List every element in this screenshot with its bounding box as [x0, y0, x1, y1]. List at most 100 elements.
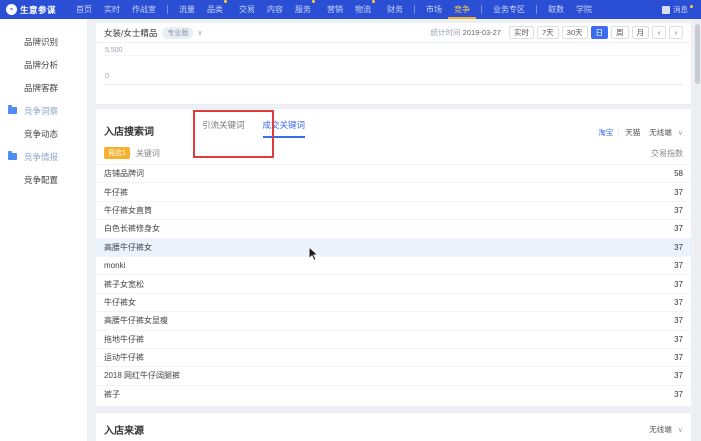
range-button[interactable]: 周 [611, 26, 629, 39]
gridline [104, 55, 683, 56]
nav-item[interactable]: 作战室 [126, 0, 162, 19]
keyword-cell: 牛仔裤 [104, 187, 128, 198]
nav-item-label: 营销 [327, 4, 343, 15]
sidebar-item[interactable]: 竞争配置 [0, 169, 87, 192]
user-label: 消息 [673, 4, 688, 15]
sidebar-item[interactable]: 竞争动态 [0, 123, 87, 146]
value-column-header: 交易指数 [651, 148, 683, 159]
nav-item-label: 内容 [267, 4, 283, 15]
table-header-row: 竞店1 关键词 交易指数 [96, 138, 691, 164]
nav-item[interactable] [167, 5, 168, 14]
nav-item[interactable]: 实时 [98, 0, 126, 19]
range-button-label: 7天 [542, 28, 554, 37]
y-axis-tick-max: 5,500 [105, 47, 123, 54]
chevron-down-icon[interactable]: ∨ [197, 29, 202, 37]
keyword-cell: 高腰牛仔裤女 [104, 242, 152, 253]
next-arrow-icon[interactable]: › [669, 26, 683, 39]
nav-item[interactable]: 竞争 [448, 0, 476, 19]
table-row[interactable]: 拖地牛仔裤 37 [96, 330, 691, 348]
section-title: 入店搜索词 [104, 123, 154, 138]
value-cell: 37 [674, 390, 683, 399]
table-row[interactable]: 高腰牛仔裤女显瘦 37 [96, 311, 691, 329]
nav-item[interactable]: 品类 [201, 0, 233, 19]
nav-item-label: 实时 [104, 4, 120, 15]
table-row[interactable]: 牛仔裤 37 [96, 182, 691, 200]
sidebar-item[interactable]: 品牌客群 [0, 77, 87, 100]
channel-link[interactable]: 天猫 [613, 127, 640, 138]
range-button-label: 30天 [567, 28, 583, 37]
store-search-words-card: 入店搜索词 引流关键词 成交关键词 淘宝 天猫 无线端 ∨ 竞店1 关键词 交易… [95, 108, 692, 407]
table-row[interactable]: 店铺品牌词 58 [96, 164, 691, 182]
nav-item[interactable] [536, 5, 537, 14]
table-row[interactable]: 2018 网红牛仔阔腿裤 37 [96, 366, 691, 384]
table-row[interactable]: 牛仔裤女 37 [96, 293, 691, 311]
scrollbar-track[interactable] [694, 19, 701, 441]
nav-item[interactable] [481, 5, 482, 14]
nav-item[interactable]: 交易 [233, 0, 261, 19]
sidebar-item[interactable]: 竞争洞察 [0, 100, 87, 123]
table-row[interactable]: 牛仔裤女直筒 37 [96, 201, 691, 219]
keyword-cell: 牛仔裤女直筒 [104, 205, 152, 216]
table-row[interactable]: 运动牛仔裤 37 [96, 348, 691, 366]
keyword-cell: 高腰牛仔裤女显瘦 [104, 315, 168, 326]
nav-item[interactable]: 业务专区 [487, 0, 531, 19]
scrollbar-thumb[interactable] [695, 24, 700, 84]
table-row[interactable]: 高腰牛仔裤女 37 [96, 238, 691, 256]
nav-item[interactable]: 营销 [321, 0, 349, 19]
category-name[interactable]: 女装/女士精品 [104, 27, 157, 39]
nav-item[interactable]: 学院 [570, 0, 598, 19]
keyword-tab[interactable]: 引流关键词 [202, 119, 245, 138]
nav-item[interactable]: 物流 [349, 0, 381, 19]
nav-item-label: 竞争 [454, 4, 470, 15]
value-cell: 37 [674, 261, 683, 270]
keyword-column-header: 关键词 [136, 148, 160, 159]
nav-item-label: 物流 [355, 4, 375, 15]
chevron-down-icon: ∨ [678, 130, 683, 137]
avatar [662, 6, 670, 14]
value-cell: 37 [674, 280, 683, 289]
range-controls: 统计时间 2019-03-27 实时 7天 30天 日 周 月 ‹ › [431, 26, 683, 39]
stat-date: 2019-03-27 [463, 28, 501, 37]
nav-item[interactable]: 首页 [70, 0, 98, 19]
user-chip[interactable]: 消息 [662, 4, 693, 15]
keyword-tab-label: 引流关键词 [202, 120, 245, 130]
value-cell: 37 [674, 353, 683, 362]
folder-icon [8, 153, 17, 160]
nav-item[interactable]: 财务 [381, 0, 409, 19]
nav-item-label: 作战室 [132, 4, 156, 15]
app-logo[interactable]: ⌁ 生意参谋 [6, 4, 56, 16]
device-dropdown[interactable]: 无线端 ∨ [649, 127, 683, 138]
value-cell: 37 [674, 243, 683, 252]
top-nav-bar: ⌁ 生意参谋 首页 实时 作战室 流量 品类 交易 内容 服务 营销 [0, 0, 701, 19]
nav-item-label: 服务 [295, 4, 315, 15]
sidebar-item[interactable]: 品牌分析 [0, 54, 87, 77]
range-button[interactable]: 7天 [537, 26, 559, 39]
range-button[interactable]: 实时 [509, 26, 534, 39]
nav-item[interactable]: 市场 [420, 0, 448, 19]
nav-item[interactable]: 流量 [173, 0, 201, 19]
channel-link[interactable]: 淘宝 [598, 127, 613, 138]
nav-item[interactable] [414, 5, 415, 14]
table-row[interactable]: monki 37 [96, 256, 691, 274]
table-row[interactable]: 裤子 37 [96, 385, 691, 403]
table-row[interactable]: 白色长裤修身女 37 [96, 219, 691, 237]
sidebar-item[interactable]: 竞争情报 [0, 146, 87, 169]
nav-item[interactable]: 内容 [261, 0, 289, 19]
range-button[interactable]: 月 [632, 26, 650, 39]
keyword-cell: 牛仔裤女 [104, 297, 136, 308]
version-badge: 专业版 [162, 27, 193, 39]
range-button[interactable]: 日 [591, 26, 609, 39]
sidebar-item-label: 竞争动态 [24, 129, 58, 139]
range-button-label: 周 [616, 28, 624, 37]
channel-switcher: 淘宝 天猫 无线端 ∨ [598, 127, 683, 138]
nav-item[interactable]: 取数 [542, 0, 570, 19]
range-button[interactable]: 30天 [562, 26, 588, 39]
nav-item[interactable]: 服务 [289, 0, 321, 19]
prev-arrow-icon[interactable]: ‹ [652, 26, 666, 39]
sidebar-item[interactable]: 品牌识别 [0, 31, 87, 54]
table-row[interactable]: 裤子女宽松 37 [96, 274, 691, 292]
channel-link-label: 淘宝 [598, 128, 613, 137]
keyword-tab[interactable]: 成交关键词 [263, 119, 306, 138]
keyword-cell: 拖地牛仔裤 [104, 334, 144, 345]
device-dropdown[interactable]: 无线端 ∨ [649, 424, 683, 435]
